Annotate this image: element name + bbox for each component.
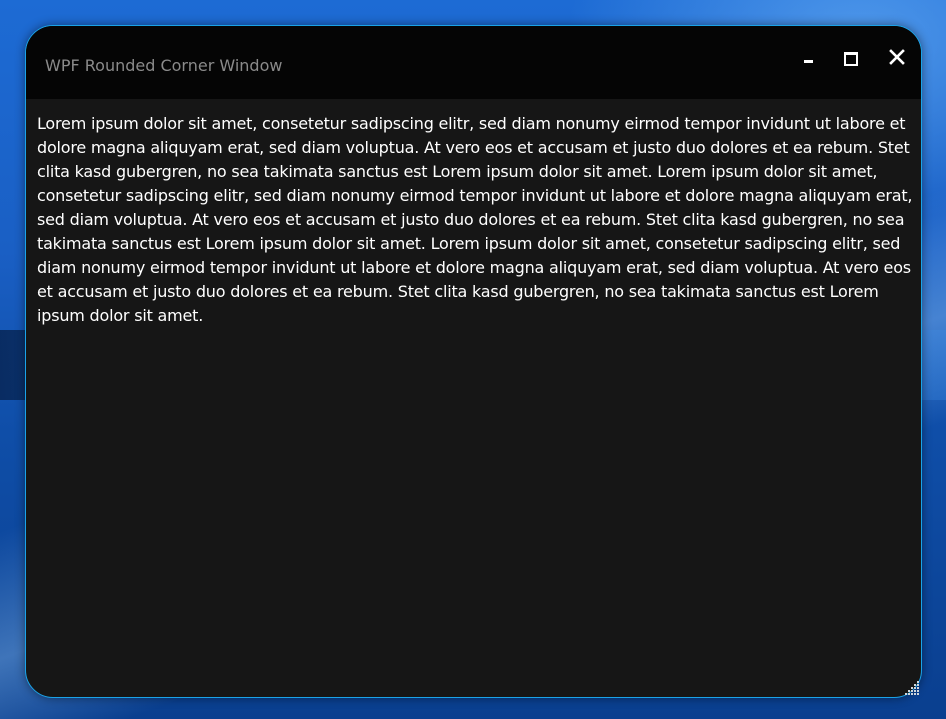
close-button[interactable] bbox=[877, 44, 917, 74]
close-icon bbox=[889, 49, 905, 65]
maximize-icon bbox=[844, 52, 858, 66]
window-title: WPF Rounded Corner Window bbox=[45, 56, 283, 75]
rounded-window: WPF Rounded Corner Window Lorem ipsum do… bbox=[25, 25, 922, 698]
maximize-button[interactable] bbox=[831, 44, 871, 74]
minimize-icon bbox=[804, 60, 813, 63]
content-text: Lorem ipsum dolor sit amet, consetetur s… bbox=[37, 114, 913, 325]
resize-grip-icon[interactable] bbox=[903, 680, 921, 696]
title-bar[interactable]: WPF Rounded Corner Window bbox=[26, 26, 921, 99]
minimize-button[interactable] bbox=[788, 44, 828, 74]
